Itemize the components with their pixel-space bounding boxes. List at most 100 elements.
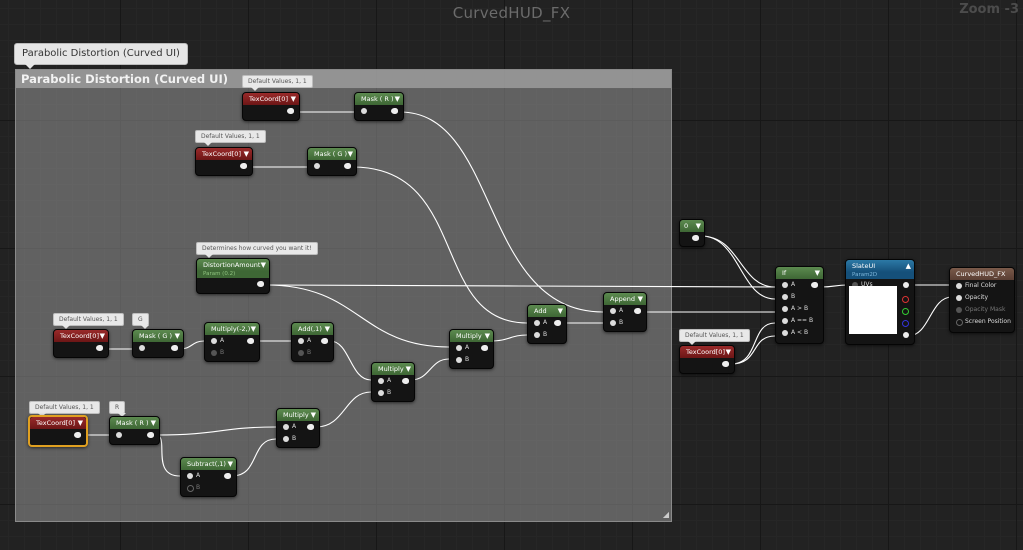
texcoord-node[interactable]: TexCoord[0] ▼ (679, 345, 735, 374)
mask-r-node[interactable]: Mask ( R ) ▼ (109, 416, 160, 445)
input-pin[interactable] (782, 282, 788, 288)
distortion-amount-node[interactable]: DistortionAmount ▼ Param (0.2) (196, 258, 270, 294)
output-pin[interactable] (481, 345, 488, 351)
input-pin[interactable] (610, 320, 616, 326)
input-pin[interactable] (782, 330, 788, 336)
collapse-arrow-icon[interactable]: ▲ (906, 260, 911, 272)
mask-r-node[interactable]: Mask ( R ) ▼ (354, 92, 404, 121)
output-pin[interactable] (307, 424, 314, 430)
input-pin[interactable] (456, 345, 462, 351)
multiply-node[interactable]: Multiply ▼ A B (371, 362, 415, 402)
chevron-down-icon[interactable]: ▼ (78, 417, 83, 429)
input-pin[interactable] (610, 308, 616, 314)
chevron-down-icon[interactable]: ▼ (558, 305, 563, 317)
chevron-down-icon[interactable]: ▼ (251, 323, 256, 335)
chevron-down-icon[interactable]: ▼ (311, 409, 316, 421)
graph-canvas[interactable]: CurvedHUD_FX Zoom -3 Parabolic Distortio… (0, 0, 1023, 550)
if-node[interactable]: If ▼ A B A > B A == B A < B (775, 266, 824, 344)
output-pin[interactable] (402, 378, 409, 384)
chevron-down-icon[interactable]: ▼ (485, 330, 490, 342)
output-pin[interactable] (634, 308, 641, 314)
input-pin[interactable] (211, 350, 217, 356)
append-node[interactable]: Append ▼ A B (603, 292, 647, 332)
output-pin[interactable] (96, 345, 103, 351)
output-pin[interactable] (240, 163, 247, 169)
output-pin[interactable] (147, 432, 154, 438)
input-pin[interactable] (378, 378, 384, 384)
chevron-down-icon[interactable]: ▼ (696, 220, 701, 232)
node-title: TexCoord[0] (60, 332, 99, 340)
chevron-down-icon[interactable]: ▼ (244, 148, 249, 160)
output-pin[interactable] (811, 282, 818, 288)
input-pin[interactable] (782, 318, 788, 324)
chevron-down-icon[interactable]: ▼ (348, 148, 353, 160)
output-pin[interactable] (247, 338, 254, 344)
input-pin[interactable] (298, 338, 304, 344)
input-pin[interactable] (116, 432, 122, 438)
input-pin[interactable] (139, 345, 145, 351)
input-pin[interactable] (187, 473, 193, 479)
output-pin[interactable] (554, 320, 561, 326)
slate-ui-node[interactable]: SlateUI ▲ Param2D UVs (845, 259, 915, 345)
add-1-node[interactable]: Add(,1) ▼ A B (291, 322, 334, 362)
output-pin[interactable] (257, 281, 264, 287)
texcoord-node[interactable]: TexCoord[0] ▼ (53, 329, 109, 358)
chevron-down-icon[interactable]: ▼ (228, 458, 233, 470)
texcoord-node-selected[interactable]: TexCoord[0] ▼ (28, 415, 88, 447)
output-pin-a[interactable] (903, 332, 909, 338)
chevron-down-icon[interactable]: ▼ (395, 93, 400, 105)
chevron-down-icon[interactable]: ▼ (151, 417, 156, 429)
input-pin[interactable] (456, 357, 462, 363)
multiply-node[interactable]: Multiply ▼ A B (276, 408, 320, 448)
add-node[interactable]: Add ▼ A B (527, 304, 567, 344)
multiply-neg2-node[interactable]: Multiply(-2,) ▼ A B (204, 322, 260, 362)
texcoord-node[interactable]: TexCoord[0] ▼ (195, 147, 253, 176)
output-pin-b[interactable] (902, 320, 909, 327)
output-pin[interactable] (344, 163, 351, 169)
input-pin[interactable] (956, 307, 962, 313)
input-pin[interactable] (211, 338, 217, 344)
chevron-down-icon[interactable]: ▼ (261, 259, 266, 271)
input-pin[interactable] (361, 108, 367, 114)
output-pin[interactable] (171, 345, 178, 351)
input-pin[interactable] (283, 424, 289, 430)
chevron-down-icon[interactable]: ▼ (726, 346, 731, 358)
input-pin[interactable] (782, 294, 788, 300)
input-pin[interactable] (314, 163, 320, 169)
input-pin[interactable] (187, 485, 194, 492)
constant-0-node[interactable]: 0 ▼ (679, 219, 705, 247)
material-result-node[interactable]: CurvedHUD_FX Final Color Opacity Opacity… (949, 267, 1015, 333)
input-pin[interactable] (534, 332, 540, 338)
chevron-down-icon[interactable]: ▼ (406, 363, 411, 375)
mask-g-node[interactable]: Mask ( G ) ▼ (132, 329, 184, 358)
output-pin[interactable] (692, 235, 699, 241)
chevron-down-icon[interactable]: ▼ (638, 293, 643, 305)
input-pin[interactable] (956, 319, 963, 326)
multiply-node[interactable]: Multiply ▼ A B (449, 329, 494, 369)
chevron-down-icon[interactable]: ▼ (175, 330, 180, 342)
chevron-down-icon[interactable]: ▼ (815, 267, 820, 279)
input-pin[interactable] (956, 295, 962, 301)
texcoord-node[interactable]: TexCoord[0] ▼ (242, 92, 300, 121)
output-pin-g[interactable] (902, 308, 909, 315)
subtract-1-node[interactable]: Subtract(,1) ▼ A B (180, 457, 237, 497)
input-pin[interactable] (283, 436, 289, 442)
node-title: Mask ( G ) (314, 150, 348, 158)
chevron-down-icon[interactable]: ▼ (100, 330, 105, 342)
output-pin[interactable] (74, 432, 81, 438)
input-pin[interactable] (534, 320, 540, 326)
output-pin[interactable] (722, 361, 729, 367)
input-pin[interactable] (956, 283, 962, 289)
input-pin[interactable] (298, 350, 304, 356)
output-pin[interactable] (287, 108, 294, 114)
output-pin[interactable] (391, 108, 398, 114)
input-pin[interactable] (378, 390, 384, 396)
output-pin[interactable] (903, 282, 909, 288)
chevron-down-icon[interactable]: ▼ (291, 93, 296, 105)
output-pin-r[interactable] (902, 296, 909, 303)
input-pin[interactable] (782, 306, 788, 312)
output-pin[interactable] (321, 338, 328, 344)
mask-g-node[interactable]: Mask ( G ) ▼ (307, 147, 357, 176)
chevron-down-icon[interactable]: ▼ (325, 323, 330, 335)
output-pin[interactable] (224, 473, 231, 479)
